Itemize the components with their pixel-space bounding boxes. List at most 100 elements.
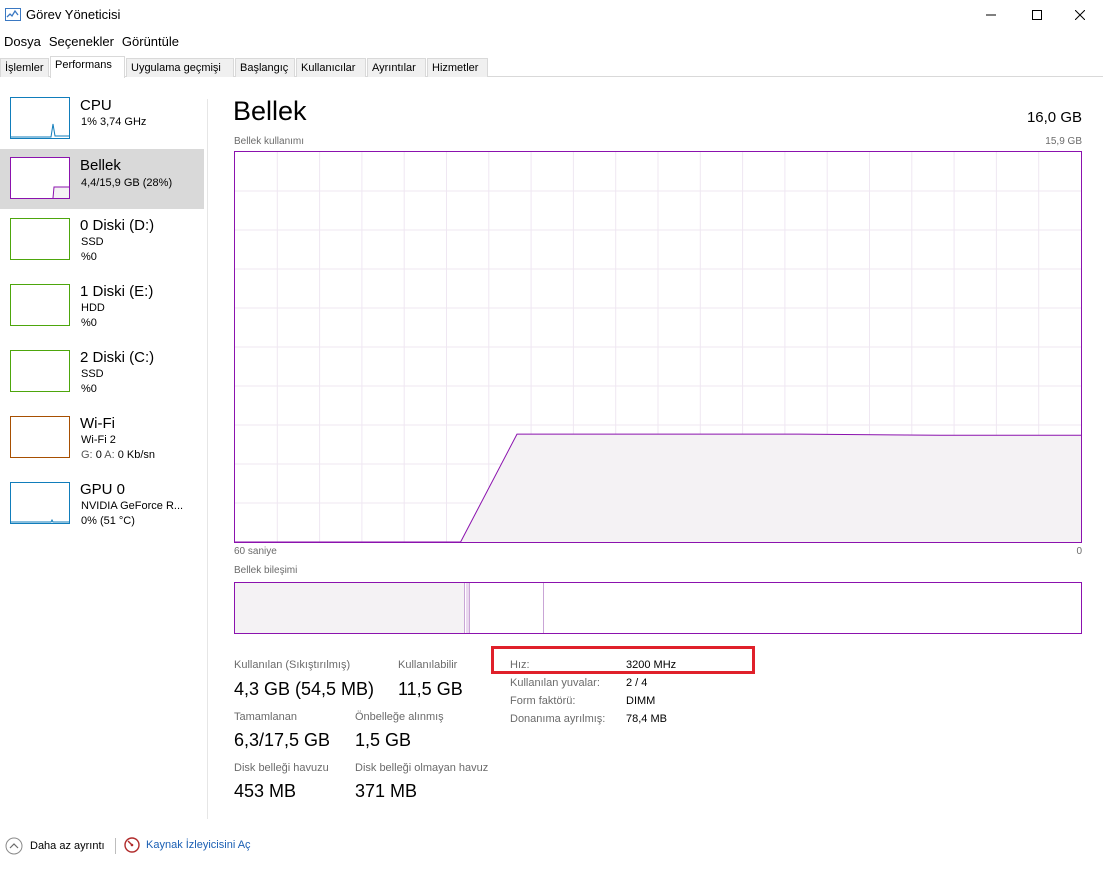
paged-pool-value: 453 MB xyxy=(234,781,297,801)
sidebar-item-label: Bellek xyxy=(80,157,121,174)
sidebar-item-label: GPU 0 xyxy=(80,481,126,498)
fewer-details-label: Daha az ayrıntı xyxy=(30,840,105,852)
sidebar-item-throughput: G: 0 A: 0 Kb/sn xyxy=(81,449,155,461)
sidebar-divider xyxy=(207,99,208,819)
composition-divider xyxy=(464,583,465,633)
tab-users[interactable]: Kullanıcılar xyxy=(296,58,366,77)
minimize-button[interactable] xyxy=(968,0,1014,30)
menu-file[interactable]: Dosya xyxy=(0,32,41,52)
disk-2-thumbnail xyxy=(10,350,70,392)
memory-thumbnail xyxy=(10,157,70,199)
window-title: Görev Yöneticisi xyxy=(26,7,121,22)
memory-usage-plot xyxy=(235,152,1081,542)
form-factor-value: DIMM xyxy=(626,695,656,707)
cached-label: Önbelleğe alınmış xyxy=(355,711,444,723)
menu-view[interactable]: Görüntüle xyxy=(118,32,179,52)
sidebar-item-label: CPU xyxy=(80,97,112,114)
footer-separator xyxy=(115,838,116,854)
memory-usage-chart xyxy=(234,151,1082,543)
slots-value: 2 / 4 xyxy=(626,677,648,689)
tab-startup[interactable]: Başlangıç xyxy=(235,58,295,77)
sidebar-item-label: 0 Diski (D:) xyxy=(80,217,155,234)
composition-divider xyxy=(469,583,470,633)
used-value: 4,3 GB (54,5 MB) xyxy=(234,679,375,699)
usage-chart-label: Bellek kullanımı xyxy=(234,136,305,147)
total-memory: 16,0 GB xyxy=(1026,109,1082,126)
nonpaged-pool-label: Disk belleği olmayan havuz xyxy=(355,762,489,774)
sidebar-item-model: NVIDIA GeForce R... xyxy=(81,500,184,512)
hardware-reserved-value: 78,4 MB xyxy=(626,713,667,725)
composition-label: Bellek bileşimi xyxy=(234,565,298,576)
memory-mini-graph xyxy=(52,186,69,199)
chevron-up-circle-icon xyxy=(5,837,23,855)
sidebar-item-disk-0[interactable]: 0 Diski (D:) SSD %0 xyxy=(0,210,204,274)
composition-in-use xyxy=(235,583,464,633)
page-title: Bellek xyxy=(233,96,307,126)
cpu-thumbnail xyxy=(10,97,70,139)
sidebar-item-type: HDD xyxy=(81,302,105,314)
sidebar-item-cpu[interactable]: CPU 1% 3,74 GHz xyxy=(0,90,204,150)
tab-strip: İşlemler Performans Uygulama geçmişi Baş… xyxy=(0,56,1103,78)
used-label: Kullanılan (Sıkıştırılmış) xyxy=(234,659,351,671)
disk-0-thumbnail xyxy=(10,218,70,260)
available-value: 11,5 GB xyxy=(398,679,463,699)
resource-monitor-icon xyxy=(124,837,140,853)
sidebar-item-wifi[interactable]: Wi-Fi Wi-Fi 2 G: 0 A: 0 Kb/sn xyxy=(0,408,204,472)
cached-value: 1,5 GB xyxy=(355,730,412,750)
composition-divider xyxy=(543,583,544,633)
menu-bar: Dosya Seçenekler Görüntüle xyxy=(0,32,183,52)
maximize-button[interactable] xyxy=(1014,0,1060,30)
sidebar-item-disk-1[interactable]: 1 Diski (E:) HDD %0 xyxy=(0,276,204,340)
memory-composition-bar xyxy=(234,582,1082,634)
sidebar-item-disk-2[interactable]: 2 Diski (C:) SSD %0 xyxy=(0,342,204,406)
maximize-icon xyxy=(1032,10,1042,20)
gpu-mini-graph xyxy=(11,518,69,523)
sidebar-item-type: SSD xyxy=(81,236,104,248)
tab-processes[interactable]: İşlemler xyxy=(0,58,49,77)
sidebar-item-usage: %0 xyxy=(81,317,97,329)
close-button[interactable] xyxy=(1057,0,1103,30)
receive-label: A: xyxy=(104,449,115,461)
sidebar-item-adapter: Wi-Fi 2 xyxy=(81,434,116,446)
sidebar-item-gpu[interactable]: GPU 0 NVIDIA GeForce R... 0% (51 °C) xyxy=(0,474,204,538)
available-label: Kullanılabilir xyxy=(398,659,458,671)
task-manager-icon xyxy=(5,8,21,21)
tab-services[interactable]: Hizmetler xyxy=(427,58,488,77)
minimize-icon xyxy=(986,14,996,16)
sidebar-item-label: 2 Diski (C:) xyxy=(80,349,155,366)
x-axis-start-label: 60 saniye xyxy=(234,546,277,557)
open-resource-monitor-label: Kaynak İzleyicisini Aç xyxy=(146,839,251,851)
committed-value: 6,3/17,5 GB xyxy=(234,730,331,750)
tab-app-history[interactable]: Uygulama geçmişi xyxy=(126,58,234,77)
title-bar: Görev Yöneticisi xyxy=(0,0,1103,30)
receive-value: 0 Kb/sn xyxy=(117,449,156,461)
sidebar-item-label: 1 Diski (E:) xyxy=(80,283,154,300)
tab-details[interactable]: Ayrıntılar xyxy=(367,58,426,77)
send-label: G: xyxy=(81,449,93,461)
speed-highlight-box xyxy=(491,646,755,674)
gpu-thumbnail xyxy=(10,482,70,524)
sidebar-item-detail: 1% 3,74 GHz xyxy=(81,116,147,128)
form-factor-label: Form faktörü: xyxy=(510,695,576,707)
fewer-details-button[interactable]: Daha az ayrıntı xyxy=(5,837,105,855)
x-axis-end-label: 0 xyxy=(1076,546,1082,557)
send-value: 0 xyxy=(95,449,102,461)
sidebar-item-usage: %0 xyxy=(81,383,97,395)
sidebar-item-type: SSD xyxy=(81,368,104,380)
slots-label: Kullanılan yuvalar: xyxy=(510,677,600,689)
nonpaged-pool-value: 371 MB xyxy=(355,781,418,801)
committed-label: Tamamlanan xyxy=(234,711,297,723)
sidebar-item-usage: %0 xyxy=(81,251,97,263)
tab-performance[interactable]: Performans xyxy=(50,56,125,78)
sidebar-item-usage: 0% (51 °C) xyxy=(81,515,135,527)
hardware-reserved-label: Donanıma ayrılmış: xyxy=(510,713,606,725)
open-resource-monitor-link[interactable]: Kaynak İzleyicisini Aç xyxy=(124,837,251,853)
sidebar-item-detail: 4,4/15,9 GB (28%) xyxy=(81,177,173,189)
sidebar-item-label: Wi-Fi xyxy=(80,415,115,432)
menu-options[interactable]: Seçenekler xyxy=(45,32,114,52)
close-icon xyxy=(1075,10,1085,20)
cpu-mini-graph xyxy=(11,123,69,138)
disk-1-thumbnail xyxy=(10,284,70,326)
wifi-thumbnail xyxy=(10,416,70,458)
sidebar-item-memory[interactable]: Bellek 4,4/15,9 GB (28%) xyxy=(0,149,204,209)
